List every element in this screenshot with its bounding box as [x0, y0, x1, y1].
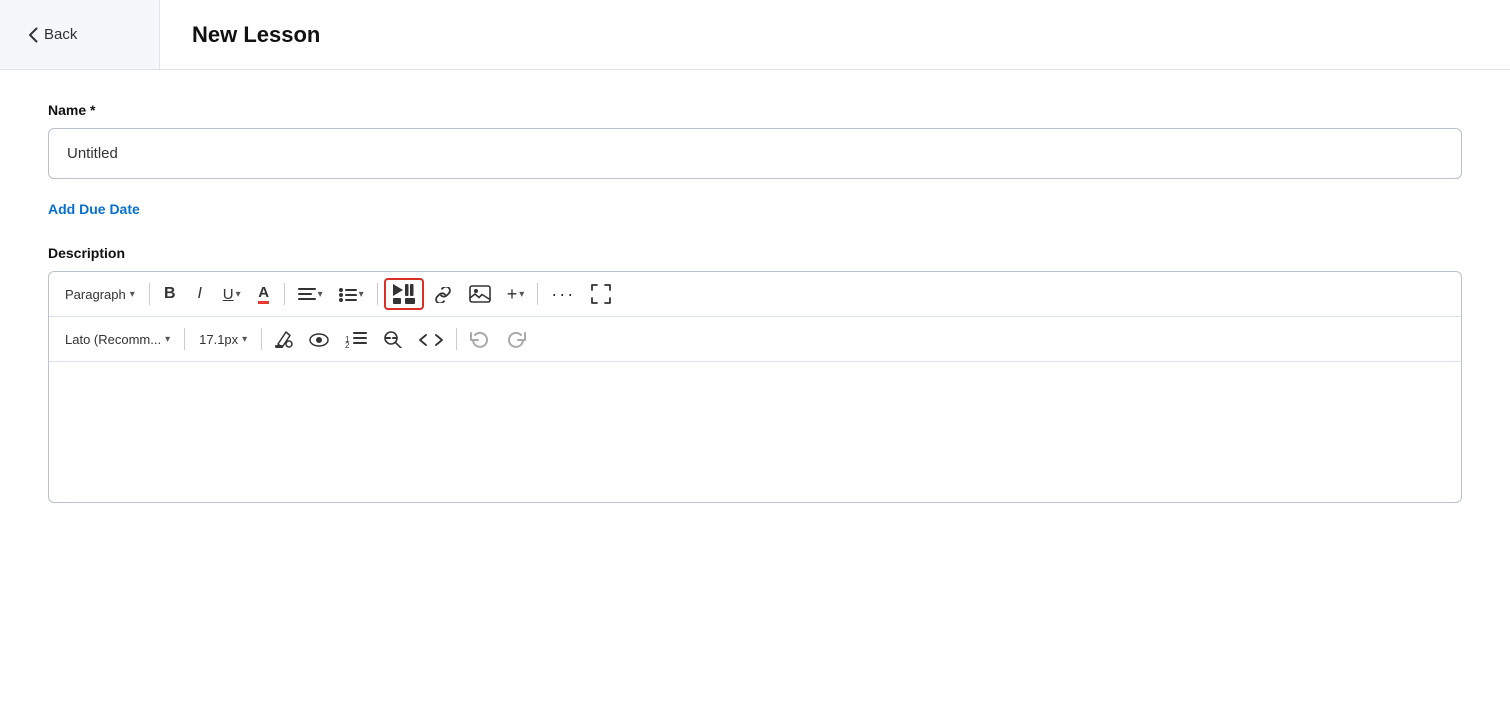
- page-title: New Lesson: [160, 22, 352, 48]
- list-icon: [339, 286, 357, 302]
- undo-button[interactable]: [463, 323, 497, 355]
- back-button[interactable]: Back: [0, 0, 160, 69]
- divider-1: [149, 283, 150, 305]
- link-button[interactable]: [426, 278, 460, 310]
- description-label: Description: [48, 245, 1462, 261]
- link-icon: [433, 285, 453, 302]
- paint-bucket-icon: [275, 330, 293, 348]
- divider-4: [537, 283, 538, 305]
- code-icon: [419, 330, 443, 347]
- underline-button[interactable]: U ▾: [216, 278, 248, 310]
- add-chevron-icon: ▾: [519, 289, 524, 300]
- font-family-label: Lato (Recomm...: [65, 332, 161, 347]
- numbered-list-button[interactable]: 1 2 ³: [338, 323, 374, 355]
- eye-icon: [309, 331, 329, 347]
- divider-2: [284, 283, 285, 305]
- underline-chevron-icon: ▾: [236, 289, 241, 300]
- align-chevron-icon: ▾: [318, 289, 323, 300]
- bold-icon: B: [164, 285, 176, 303]
- editor-content-area[interactable]: [49, 362, 1461, 502]
- name-input[interactable]: [48, 128, 1462, 179]
- image-icon: [469, 285, 491, 303]
- paragraph-format-chevron-icon: ▾: [130, 289, 135, 300]
- add-due-date-button[interactable]: Add Due Date: [48, 201, 140, 217]
- paragraph-format-select[interactable]: Paragraph ▾: [57, 278, 143, 310]
- text-color-button[interactable]: A: [250, 278, 278, 310]
- header: Back New Lesson: [0, 0, 1510, 70]
- divider-7: [456, 328, 457, 350]
- media-play-pause-icon: [393, 284, 415, 304]
- divider-5: [184, 328, 185, 350]
- name-field-label: Name *: [48, 102, 1462, 118]
- toolbar-row-2: Lato (Recomm... ▾ 17.1px ▾: [49, 317, 1461, 362]
- back-label: Back: [44, 26, 77, 43]
- toolbar-row-1: Paragraph ▾ B I U ▾ A: [49, 272, 1461, 317]
- add-button[interactable]: + ▾: [500, 278, 532, 310]
- media-button[interactable]: [384, 278, 424, 310]
- bold-button[interactable]: B: [156, 278, 184, 310]
- undo-icon: [470, 330, 490, 348]
- align-button[interactable]: ▾: [291, 278, 330, 310]
- text-color-icon: A: [258, 284, 269, 304]
- paragraph-format-label: Paragraph: [65, 287, 126, 302]
- list-chevron-icon: ▾: [359, 289, 364, 300]
- underline-icon: U: [223, 286, 234, 303]
- background-color-button[interactable]: [268, 323, 300, 355]
- back-chevron-icon: [28, 27, 38, 43]
- fullscreen-button[interactable]: [584, 278, 618, 310]
- ellipsis-icon: ···: [551, 284, 575, 305]
- redo-icon: [506, 330, 526, 348]
- italic-icon: I: [198, 285, 202, 303]
- redo-button[interactable]: [499, 323, 533, 355]
- code-view-button[interactable]: [412, 323, 450, 355]
- more-options-button[interactable]: ···: [544, 278, 582, 310]
- font-family-chevron-icon: ▾: [165, 334, 170, 345]
- numbered-list-icon: 1 2 ³: [345, 330, 367, 347]
- visibility-button[interactable]: [302, 323, 336, 355]
- search-replace-button[interactable]: [376, 323, 410, 355]
- divider-6: [261, 328, 262, 350]
- search-replace-icon: [383, 330, 403, 348]
- list-button[interactable]: ▾: [332, 278, 371, 310]
- font-size-chevron-icon: ▾: [242, 334, 247, 345]
- image-button[interactable]: [462, 278, 498, 310]
- main-content: Name * Add Due Date Description Paragrap…: [0, 70, 1510, 535]
- svg-text:2: 2: [345, 341, 350, 348]
- description-editor: Paragraph ▾ B I U ▾ A: [48, 271, 1462, 503]
- divider-3: [377, 283, 378, 305]
- fullscreen-icon: [591, 284, 611, 304]
- italic-button[interactable]: I: [186, 278, 214, 310]
- align-icon: [298, 286, 316, 302]
- font-family-select[interactable]: Lato (Recomm... ▾: [57, 323, 178, 355]
- font-size-select[interactable]: 17.1px ▾: [191, 323, 255, 355]
- font-size-label: 17.1px: [199, 332, 238, 347]
- plus-icon: +: [507, 284, 518, 305]
